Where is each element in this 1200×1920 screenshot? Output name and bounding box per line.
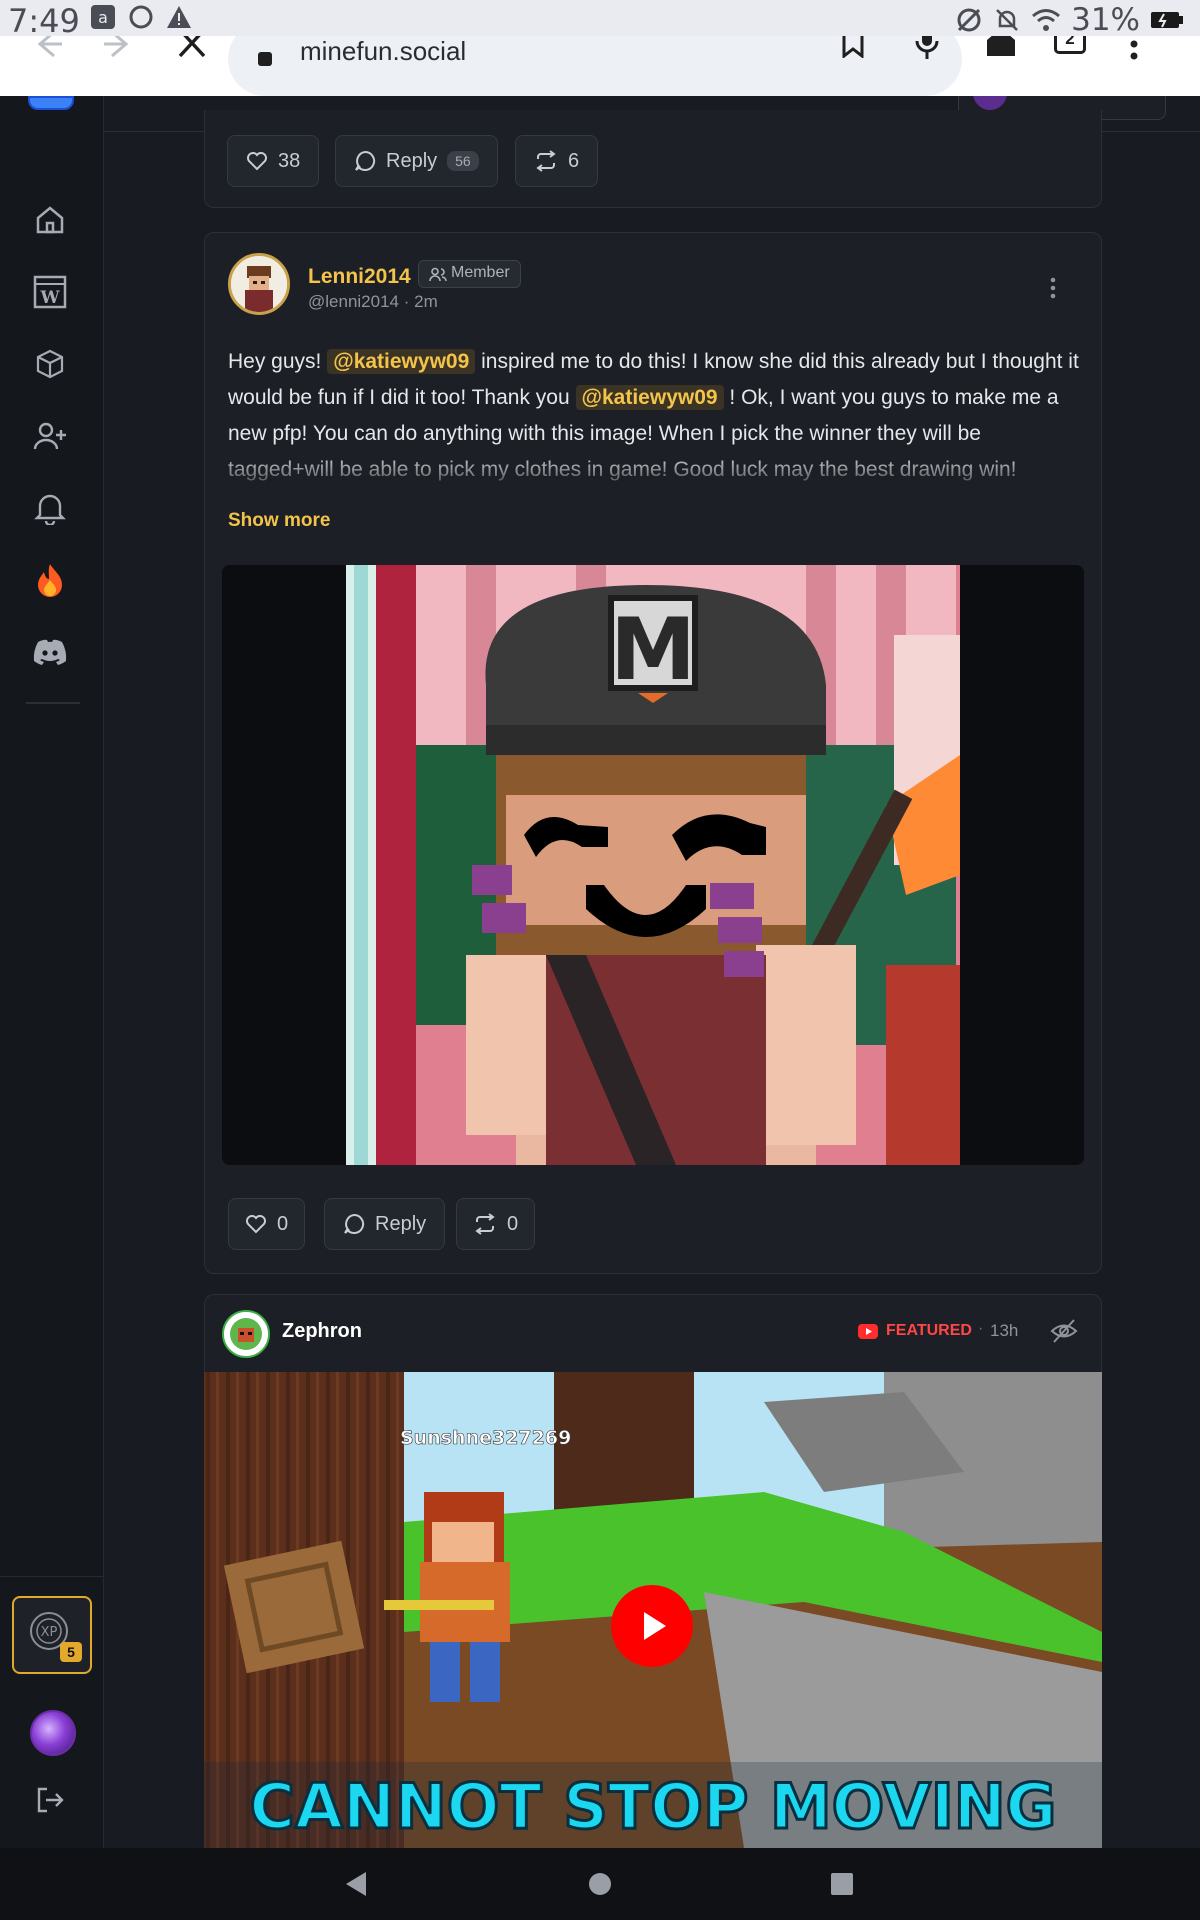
prev-post-card: 38 Reply 56 6 bbox=[204, 110, 1102, 208]
battery-percent: 31% bbox=[1071, 2, 1140, 38]
logout-button[interactable] bbox=[30, 1780, 70, 1820]
site-logo[interactable] bbox=[28, 96, 74, 110]
android-nav-bar bbox=[0, 1848, 1200, 1920]
profile-avatar[interactable] bbox=[30, 1710, 76, 1756]
wifi-icon bbox=[1032, 9, 1061, 31]
sidebar-item-wiki[interactable]: W bbox=[30, 272, 70, 312]
status-time: 7:49 bbox=[8, 2, 80, 40]
repost-icon bbox=[536, 150, 556, 172]
sidebar-item-notifications[interactable] bbox=[30, 488, 70, 528]
svg-text:W: W bbox=[39, 288, 60, 308]
recents-square-icon[interactable] bbox=[830, 1872, 854, 1896]
left-sidebar: W XP 5 bbox=[0, 96, 104, 1848]
fire-icon bbox=[38, 564, 62, 597]
battery-icon bbox=[1151, 12, 1183, 28]
post-image[interactable]: M bbox=[222, 565, 1084, 1165]
youtube-icon bbox=[858, 1323, 878, 1339]
circle-icon bbox=[129, 5, 153, 29]
sidebar-item-discord[interactable] bbox=[30, 632, 70, 672]
comment-icon bbox=[355, 150, 376, 171]
bell-icon bbox=[34, 494, 66, 525]
member-badge-label: Member bbox=[451, 264, 510, 281]
status-bar: 7:49 a 31% bbox=[0, 0, 1200, 40]
prev-like-button[interactable]: 38 bbox=[227, 135, 320, 187]
add-user-icon bbox=[33, 422, 66, 450]
home-circle-icon[interactable] bbox=[588, 1872, 612, 1896]
mention-link[interactable]: @katiewyw09 bbox=[575, 385, 724, 410]
mention-link[interactable]: @katiewyw09 bbox=[327, 349, 476, 374]
video-title: CANNOT STOP MOVING bbox=[249, 1770, 1056, 1843]
repost-count: 0 bbox=[507, 1212, 519, 1235]
post-author-name[interactable]: Lenni2014 bbox=[308, 265, 411, 289]
post-author-avatar[interactable] bbox=[228, 253, 290, 315]
post-handle[interactable]: @lenni2014 bbox=[308, 292, 399, 311]
featured-avatar-image bbox=[224, 1312, 268, 1356]
hide-icon[interactable] bbox=[1050, 1318, 1078, 1344]
post-handle-time: @lenni2014 · 2m bbox=[308, 292, 438, 311]
prev-like-count: 38 bbox=[278, 149, 301, 172]
browser-toolbar: minefun.social 2 bbox=[0, 22, 1200, 96]
xp-level-badge: 5 bbox=[60, 1642, 82, 1662]
heart-icon bbox=[247, 152, 267, 171]
featured-author-name[interactable]: Zephron bbox=[282, 1320, 362, 1343]
site-info-icon[interactable] bbox=[258, 52, 272, 66]
logout-icon bbox=[37, 1787, 64, 1813]
prev-reply-label: Reply bbox=[386, 149, 438, 172]
video-thumbnail[interactable]: Sunshne327269 CANNOT STOP MOVING bbox=[204, 1372, 1102, 1848]
warning-icon bbox=[167, 6, 191, 28]
muted-bell-icon bbox=[996, 9, 1018, 31]
hat-letter: M bbox=[610, 600, 696, 700]
member-badge: Member bbox=[418, 260, 521, 288]
play-button[interactable] bbox=[610, 1584, 694, 1668]
url-text[interactable]: minefun.social bbox=[300, 36, 466, 67]
post-options-icon[interactable] bbox=[1048, 276, 1058, 300]
featured-dot: · bbox=[978, 1320, 984, 1337]
prev-reply-count: 56 bbox=[447, 151, 479, 171]
post-image-content: M bbox=[222, 565, 1084, 1165]
featured-label: FEATURED bbox=[858, 1322, 972, 1340]
prev-repost-count: 6 bbox=[568, 149, 580, 172]
video-player-name: Sunshne327269 bbox=[400, 1427, 571, 1449]
prev-reply-button[interactable]: Reply 56 bbox=[335, 135, 498, 187]
featured-time: 13h bbox=[990, 1321, 1019, 1340]
comment-icon bbox=[344, 1213, 365, 1234]
data-saver-icon bbox=[957, 8, 981, 32]
repost-icon bbox=[475, 1213, 495, 1235]
svg-text:XP: XP bbox=[41, 1625, 58, 1640]
show-more-button[interactable]: Show more bbox=[228, 510, 330, 532]
repost-button[interactable]: 0 bbox=[456, 1198, 536, 1250]
like-count: 0 bbox=[277, 1212, 289, 1235]
heart-icon bbox=[246, 1215, 266, 1234]
back-triangle-icon[interactable] bbox=[344, 1870, 368, 1898]
sidebar-item-add-friend[interactable] bbox=[30, 416, 70, 456]
sidebar-divider bbox=[26, 702, 80, 704]
member-icon bbox=[429, 267, 447, 282]
like-button[interactable]: 0 bbox=[228, 1198, 306, 1250]
sidebar-item-cube[interactable] bbox=[30, 344, 70, 384]
cube-icon bbox=[36, 349, 64, 379]
xp-level-button[interactable]: XP 5 bbox=[12, 1596, 92, 1674]
featured-author-avatar[interactable] bbox=[222, 1310, 270, 1358]
wiki-icon: W bbox=[33, 275, 67, 309]
svg-text:a: a bbox=[98, 8, 108, 27]
home-icon bbox=[36, 206, 64, 234]
screen-root: { "status_bar": { "time": "7:49", "batte… bbox=[0, 0, 1200, 1920]
reply-label: Reply bbox=[375, 1212, 427, 1235]
post-time: 2m bbox=[414, 292, 438, 311]
discord-icon bbox=[33, 639, 67, 665]
sidebar-item-trending[interactable] bbox=[30, 560, 70, 600]
prev-repost-button[interactable]: 6 bbox=[515, 135, 599, 187]
avatar-image bbox=[231, 256, 287, 312]
sidebar-item-home[interactable] bbox=[30, 200, 70, 240]
amazon-icon: a bbox=[91, 5, 115, 29]
reply-button[interactable]: Reply bbox=[324, 1198, 446, 1250]
